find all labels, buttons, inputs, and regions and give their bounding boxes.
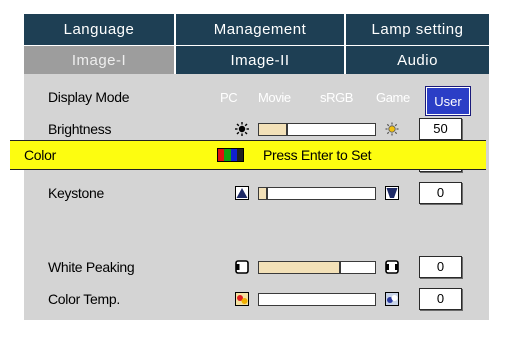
keystone-slider[interactable] [258, 187, 376, 200]
sun-light-icon [385, 122, 399, 136]
display-mode-label: Display Mode [48, 89, 130, 105]
warm-temp-icon [235, 292, 249, 306]
keystone-down-icon [385, 186, 399, 200]
display-mode-row: Display Mode PC Movie sRGB Game User [24, 82, 489, 115]
mode-option-srgb[interactable]: sRGB [320, 88, 353, 108]
white-peaking-slider[interactable] [258, 261, 376, 274]
mode-option-user[interactable]: User [426, 87, 470, 115]
tab-image-i[interactable]: Image-I [24, 46, 174, 74]
cool-temp-icon [385, 292, 399, 306]
tab-lamp-setting[interactable]: Lamp setting [344, 14, 489, 45]
white-peaking-label: White Peaking [48, 259, 135, 275]
keystone-value: 0 [419, 182, 462, 204]
color-label: Color [24, 147, 56, 163]
projector-osd-menu: Language Management Lamp setting Image-I… [0, 0, 507, 340]
keystone-label: Keystone [48, 185, 104, 201]
white-peak-high-icon [385, 260, 399, 274]
color-row[interactable]: Color Press Enter to Set [10, 140, 486, 170]
tab-management[interactable]: Management [174, 14, 344, 45]
tab-audio[interactable]: Audio [344, 46, 489, 74]
second-tab-bar: Image-I Image-II Audio [24, 46, 489, 74]
color-bars-icon [217, 148, 244, 162]
color-temp-value: 0 [419, 288, 462, 310]
brightness-slider[interactable] [258, 123, 376, 136]
color-temp-row: Color Temp. 0 [24, 284, 489, 314]
settings-panel: Display Mode PC Movie sRGB Game User Bri… [24, 74, 489, 320]
sun-dark-icon [235, 122, 249, 136]
mode-option-game[interactable]: Game [376, 88, 410, 108]
white-peaking-slider-fill [259, 262, 342, 273]
tab-image-ii[interactable]: Image-II [174, 46, 344, 74]
keystone-up-icon [235, 186, 249, 200]
mode-option-movie[interactable]: Movie [258, 88, 291, 108]
keystone-slider-fill [259, 188, 269, 199]
color-temp-slider[interactable] [258, 293, 376, 306]
brightness-value: 50 [419, 118, 462, 140]
keystone-row: Keystone 0 [24, 178, 489, 208]
white-peaking-value: 0 [419, 256, 462, 278]
tab-language[interactable]: Language [24, 14, 174, 45]
color-temp-label: Color Temp. [48, 291, 120, 307]
white-peaking-row: White Peaking 0 [24, 252, 489, 282]
top-tab-bar: Language Management Lamp setting [24, 14, 489, 46]
white-peak-low-icon [235, 260, 249, 274]
mode-option-pc[interactable]: PC [220, 88, 238, 108]
brightness-slider-fill [259, 124, 288, 135]
press-enter-to-set: Press Enter to Set [263, 147, 372, 163]
